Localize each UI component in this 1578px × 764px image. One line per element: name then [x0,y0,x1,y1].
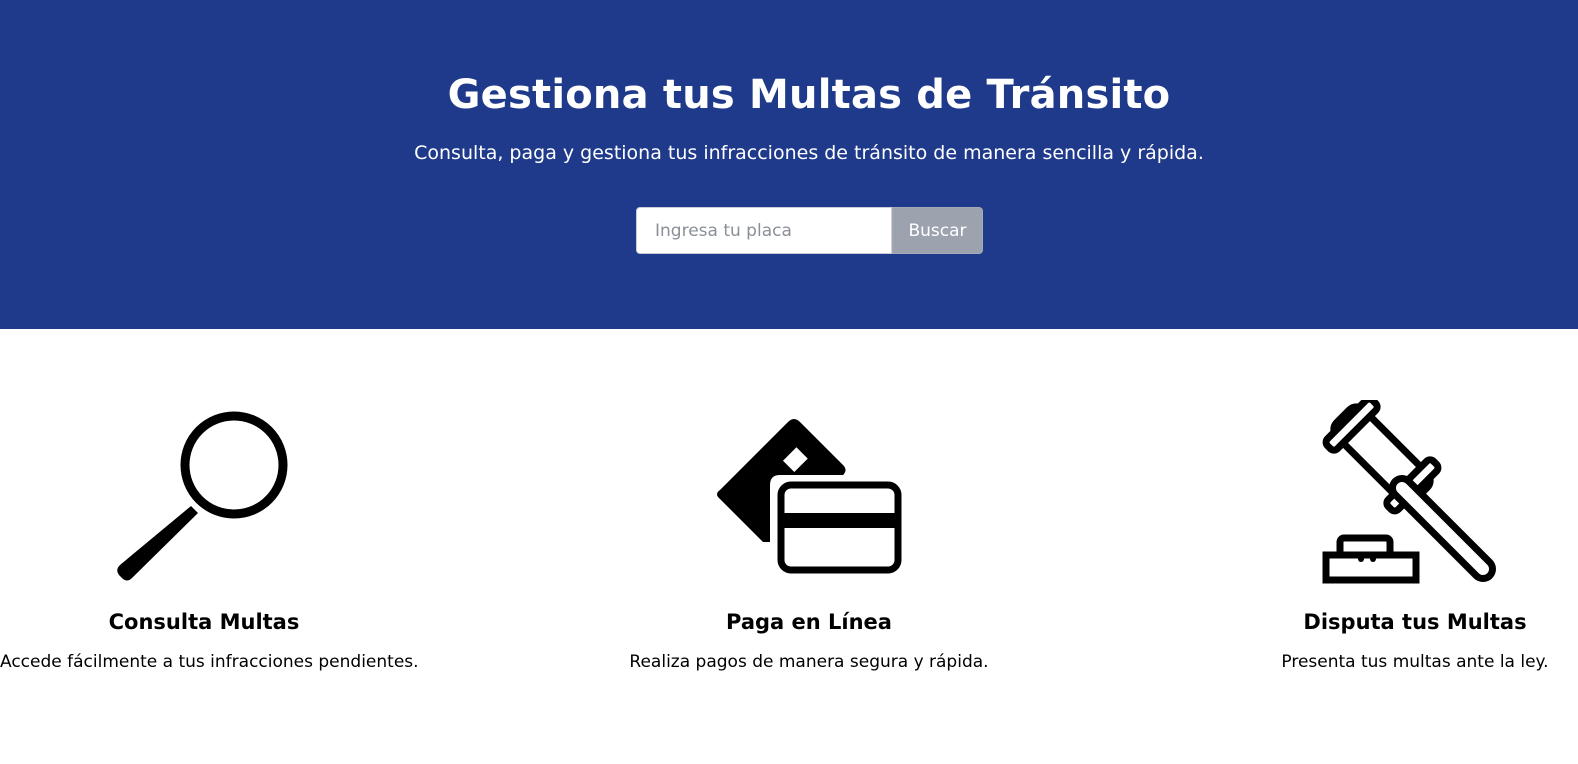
feature-description: Realiza pagos de manera segura y rápida. [629,652,989,672]
search-bar: Buscar [636,207,983,254]
feature-description: Accede fácilmente a tus infracciones pen… [0,652,419,672]
feature-title: Disputa tus Multas [1303,610,1527,634]
hero-subtitle: Consulta, paga y gestiona tus infraccion… [414,142,1204,164]
feature-consulta: Consulta Multas Accede fácilmente a tus … [0,400,419,672]
magnifying-glass-icon [117,411,288,581]
feature-description: Presenta tus multas ante la ley. [1281,652,1549,672]
feature-disputa: Disputa tus Multas Presenta tus multas a… [1262,400,1568,672]
gavel-icon [1322,400,1496,584]
page-title: Gestiona tus Multas de Tránsito [447,72,1171,118]
feature-title: Paga en Línea [726,610,892,634]
plate-search-input[interactable] [636,207,892,254]
search-button[interactable]: Buscar [892,207,983,254]
hero-banner: Gestiona tus Multas de Tránsito Consulta… [0,0,1578,329]
feature-title: Consulta Multas [108,610,300,634]
credit-cards-icon [717,419,902,574]
feature-pago: Paga en Línea Realiza pagos de manera se… [610,400,1008,672]
